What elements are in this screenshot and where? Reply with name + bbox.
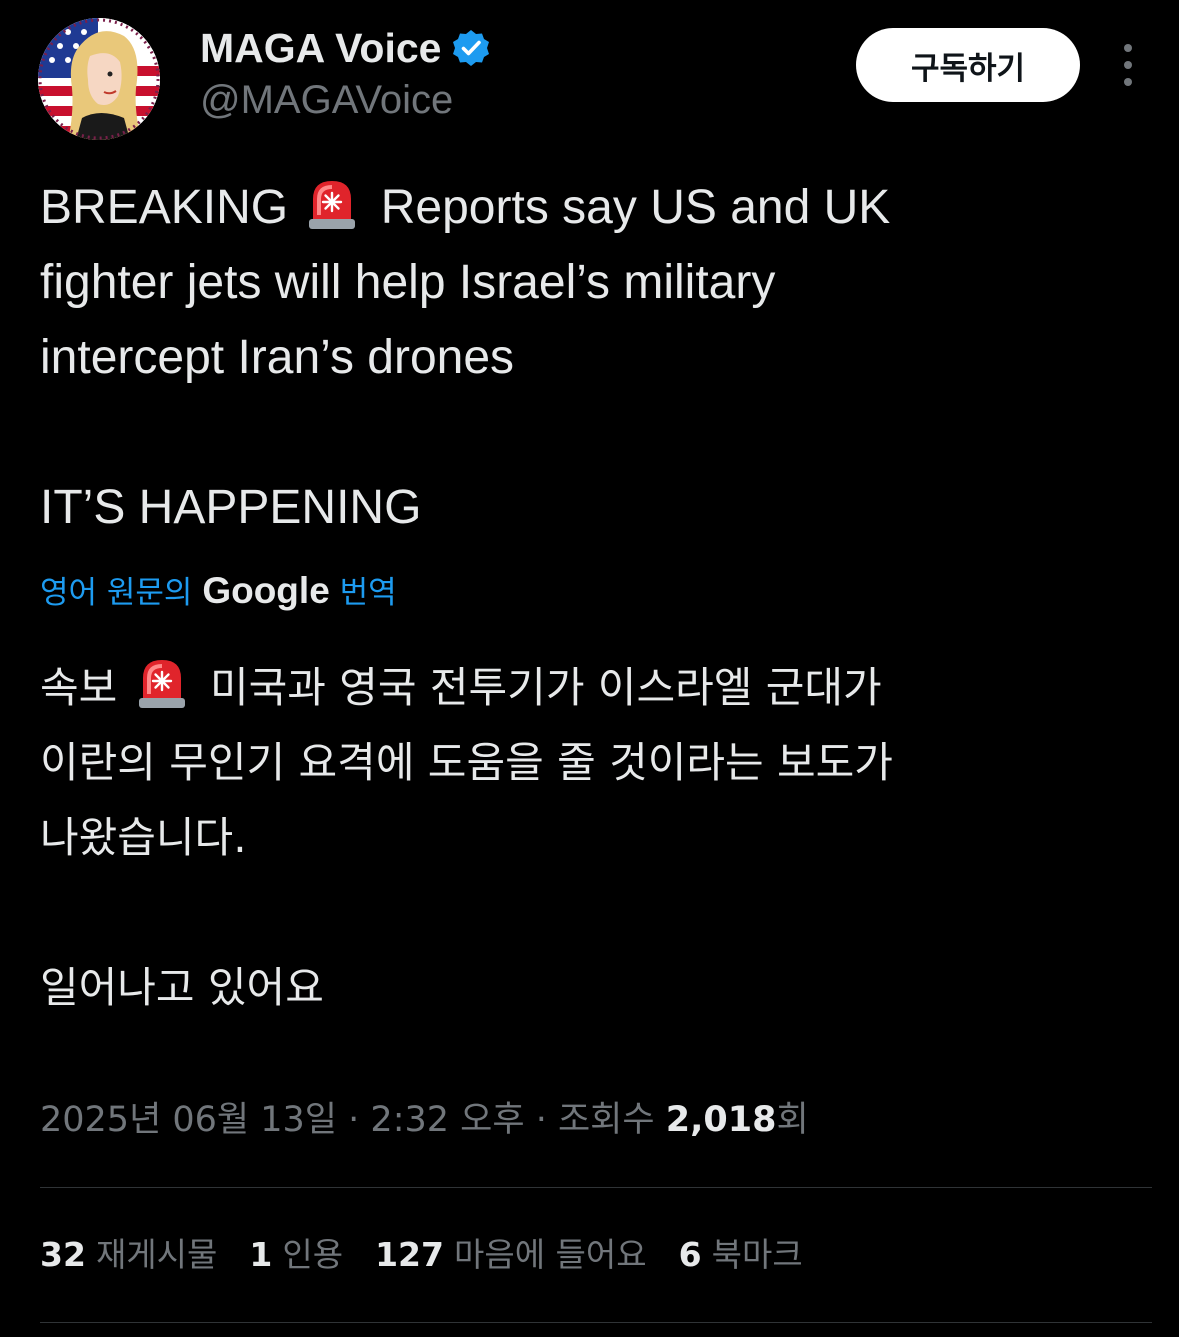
tweet-text-line: IT’S HAPPENING	[40, 481, 422, 534]
translated-text-line: 속보 미국과 영국 전투기가 이스라엘 군대가	[40, 650, 1150, 725]
stat-quotes[interactable]: 1 인용	[249, 1225, 343, 1285]
tweet-text-line: fighter jets will help Israel’s military	[40, 256, 776, 309]
meta-separator: ·	[348, 1100, 360, 1140]
divider	[40, 1322, 1152, 1323]
views-count: 2,018	[665, 1100, 777, 1140]
more-options-button[interactable]	[1108, 40, 1148, 90]
police-siren-icon	[309, 181, 356, 229]
translation-source-label[interactable]: 영어 원문의 Google 번역	[40, 566, 397, 618]
stat-likes[interactable]: 127 마음에 들어요	[375, 1225, 647, 1285]
views-suffix: 회	[776, 1100, 809, 1140]
stat-bookmarks[interactable]: 6 북마크	[679, 1225, 803, 1285]
views-label: 조회수	[557, 1100, 655, 1140]
divider	[40, 1187, 1152, 1188]
verified-badge-icon	[453, 30, 490, 66]
tweet-time[interactable]: 2:32 오후	[370, 1100, 524, 1140]
more-vertical-icon-dot	[1124, 61, 1132, 69]
author-handle[interactable]: @MAGAVoice	[200, 78, 453, 123]
tweet-detail: MAGA Voice @MAGAVoice 구독하기 BREAKING Repo…	[0, 0, 1179, 1337]
tweet-date[interactable]: 2025년 06월 13일	[40, 1100, 337, 1140]
more-vertical-icon	[1124, 44, 1132, 52]
engagement-stats: 32 재게시물 1 인용 127 마음에 들어요 6 북마크	[40, 1225, 803, 1285]
avatar-image	[38, 18, 160, 140]
translated-text-line: 나왔습니다.	[40, 813, 247, 862]
avatar[interactable]	[38, 18, 160, 140]
author-name-row[interactable]: MAGA Voice	[200, 22, 491, 74]
stat-reposts[interactable]: 32 재게시물	[40, 1225, 217, 1285]
translated-text-line: 일어나고 있어요	[40, 963, 324, 1012]
google-logo: Google	[202, 570, 330, 611]
subscribe-button[interactable]: 구독하기	[856, 28, 1080, 102]
translated-text: 속보 미국과 영국 전투기가 이스라엘 군대가 이란의 무인기 요격에 도움을 …	[40, 650, 1150, 1025]
author-display-name[interactable]: MAGA Voice	[200, 25, 441, 72]
more-vertical-icon-dot	[1124, 78, 1132, 86]
tweet-text-line: intercept Iran’s drones	[40, 331, 515, 384]
meta-separator: ·	[535, 1100, 547, 1140]
tweet-text-line: BREAKING Reports say US and UK	[40, 170, 1140, 245]
police-siren-icon	[138, 660, 185, 708]
translated-text-line: 이란의 무인기 요격에 도움을 줄 것이라는 보도가	[40, 738, 893, 787]
tweet-text: BREAKING Reports say US and UK fighter j…	[40, 170, 1140, 545]
tweet-meta: 2025년 06월 13일 · 2:32 오후 · 조회수 2,018회	[40, 1090, 809, 1150]
